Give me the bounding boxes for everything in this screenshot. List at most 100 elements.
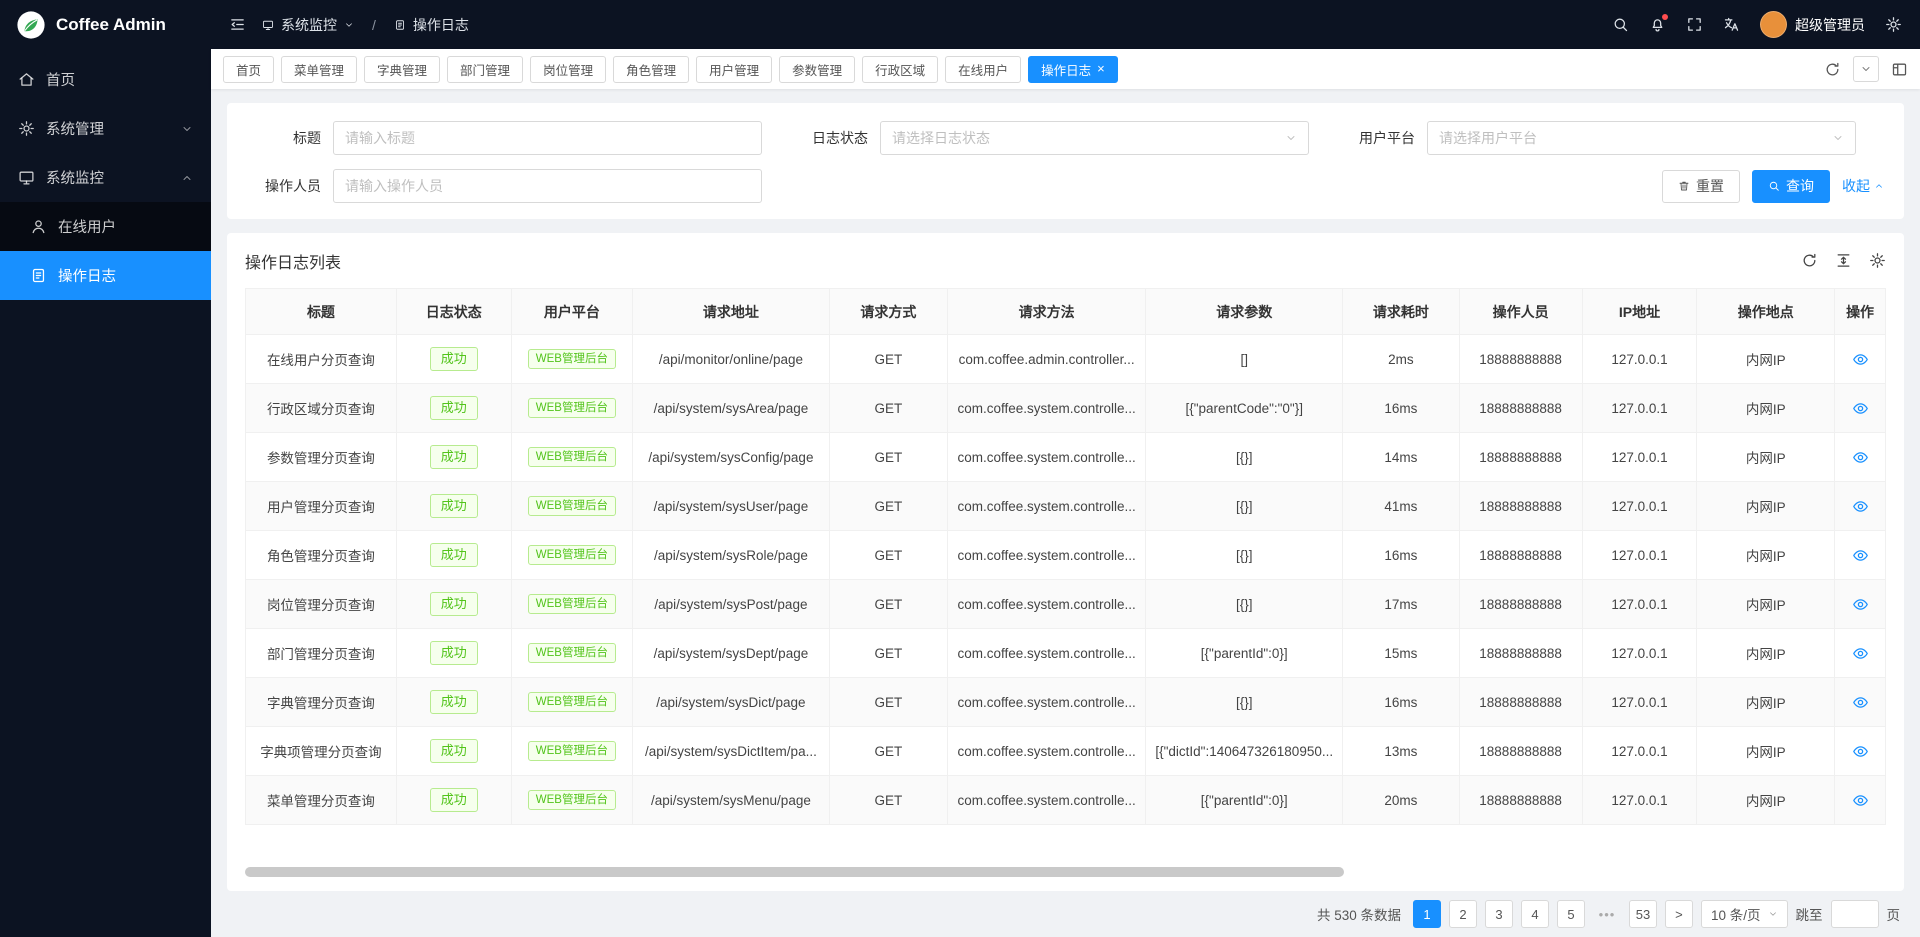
cell-ip: 127.0.0.1 <box>1582 678 1697 727</box>
page-button-53[interactable]: 53 <box>1629 900 1657 928</box>
search-submit-button[interactable]: 查询 <box>1752 170 1830 203</box>
tab-options-button[interactable] <box>1853 56 1879 82</box>
gear-icon <box>1869 252 1886 269</box>
tab-close-icon[interactable] <box>1097 62 1105 76</box>
view-detail-button[interactable] <box>1852 743 1869 760</box>
layout-button[interactable] <box>1891 61 1908 78</box>
page-size-select[interactable]: 10 条/页 <box>1701 900 1788 928</box>
page-size-value: 10 条/页 <box>1711 904 1761 924</box>
cell-status: 成功 <box>396 482 511 531</box>
tab-home[interactable]: 首页 <box>223 56 274 83</box>
page-button-4[interactable]: 4 <box>1521 900 1549 928</box>
status-tag: 成功 <box>430 347 478 372</box>
tab-label: 操作日志 <box>1041 60 1091 79</box>
view-detail-button[interactable] <box>1852 645 1869 662</box>
tab-user-mgmt[interactable]: 用户管理 <box>696 56 772 83</box>
tab-bar: 首页 菜单管理 字典管理 部门管理 岗位管理 角色管理 用户管理 参数管理 行政… <box>211 49 1920 89</box>
sidebar-item-online-users[interactable]: 在线用户 <box>0 202 211 251</box>
tab-dict-mgmt[interactable]: 字典管理 <box>364 56 440 83</box>
tab-admin-area[interactable]: 行政区域 <box>862 56 938 83</box>
cell-operator: 18888888888 <box>1459 335 1582 384</box>
tab-online-users[interactable]: 在线用户 <box>945 56 1021 83</box>
title-input[interactable] <box>333 121 762 155</box>
app-title: Coffee Admin <box>56 15 166 35</box>
table-density-button[interactable] <box>1835 252 1852 269</box>
coffee-leaf-logo-icon <box>16 10 46 40</box>
view-detail-button[interactable] <box>1852 596 1869 613</box>
page-button-2[interactable]: 2 <box>1449 900 1477 928</box>
cell-url: /api/system/sysDict/page <box>633 678 830 727</box>
tab-label: 岗位管理 <box>543 60 593 79</box>
sidebar-item-system-mgmt[interactable]: 系统管理 <box>0 104 211 153</box>
eye-icon <box>1852 400 1869 417</box>
tab-operation-log[interactable]: 操作日志 <box>1028 56 1118 83</box>
trash-icon <box>1678 180 1690 192</box>
view-detail-button[interactable] <box>1852 449 1869 466</box>
table-refresh-button[interactable] <box>1801 252 1818 269</box>
cell-location: 内网IP <box>1697 482 1835 531</box>
tab-dept-mgmt[interactable]: 部门管理 <box>447 56 523 83</box>
cell-location: 内网IP <box>1697 335 1835 384</box>
view-detail-button[interactable] <box>1852 547 1869 564</box>
cell-method: GET <box>829 678 947 727</box>
page-button-5[interactable]: 5 <box>1557 900 1585 928</box>
sidebar-item-home[interactable]: 首页 <box>0 55 211 104</box>
cell-params: [{"dictId":140647326180950... <box>1146 727 1343 776</box>
tab-label: 角色管理 <box>626 60 676 79</box>
sidebar-item-system-monitor[interactable]: 系统监控 <box>0 153 211 202</box>
tab-config-mgmt[interactable]: 参数管理 <box>779 56 855 83</box>
menu-fold-icon <box>229 16 246 33</box>
cell-operator: 18888888888 <box>1459 384 1582 433</box>
table-settings-button[interactable] <box>1869 252 1886 269</box>
view-detail-button[interactable] <box>1852 400 1869 417</box>
cell-duration: 17ms <box>1343 580 1459 629</box>
page-button-1[interactable]: 1 <box>1413 900 1441 928</box>
search-button[interactable] <box>1612 16 1629 33</box>
sidebar-item-operation-log[interactable]: 操作日志 <box>0 251 211 300</box>
sidebar-item-label: 操作日志 <box>58 265 116 286</box>
filter-actions: 重置 查询 收起 <box>1662 170 1886 203</box>
reset-button[interactable]: 重置 <box>1662 170 1740 203</box>
view-detail-button[interactable] <box>1852 351 1869 368</box>
view-detail-button[interactable] <box>1852 498 1869 515</box>
notifications-button[interactable] <box>1649 16 1666 33</box>
status-select[interactable]: 请选择日志状态 <box>880 121 1309 155</box>
cell-operator: 18888888888 <box>1459 629 1582 678</box>
more-pages-ellipsis[interactable]: ••• <box>1593 900 1621 928</box>
table-body: 在线用户分页查询 成功 WEB管理后台 /api/monitor/online/… <box>246 335 1886 825</box>
tab-post-mgmt[interactable]: 岗位管理 <box>530 56 606 83</box>
user-name: 超级管理员 <box>1795 15 1865 35</box>
platform-select[interactable]: 请选择用户平台 <box>1427 121 1856 155</box>
page-button-3[interactable]: 3 <box>1485 900 1513 928</box>
refresh-tab-button[interactable] <box>1824 61 1841 78</box>
collapse-filter-link[interactable]: 收起 <box>1842 176 1884 196</box>
cell-platform: WEB管理后台 <box>511 433 632 482</box>
view-detail-button[interactable] <box>1852 694 1869 711</box>
tab-role-mgmt[interactable]: 角色管理 <box>613 56 689 83</box>
user-menu[interactable]: 超级管理员 <box>1760 11 1865 38</box>
tab-menu-mgmt[interactable]: 菜单管理 <box>281 56 357 83</box>
language-button[interactable] <box>1723 16 1740 33</box>
cell-duration: 16ms <box>1343 678 1459 727</box>
app-logo[interactable]: Coffee Admin <box>0 0 211 49</box>
jump-to-page-input[interactable] <box>1831 900 1879 928</box>
cell-func: com.coffee.system.controlle... <box>947 531 1145 580</box>
reset-button-label: 重置 <box>1696 176 1724 196</box>
scrollbar-thumb[interactable] <box>245 867 1344 877</box>
table-row: 角色管理分页查询 成功 WEB管理后台 /api/system/sysRole/… <box>246 531 1886 580</box>
cell-url: /api/system/sysPost/page <box>633 580 830 629</box>
cell-title: 行政区域分页查询 <box>246 384 397 433</box>
horizontal-scrollbar[interactable] <box>245 867 1886 877</box>
fullscreen-button[interactable] <box>1686 16 1703 33</box>
table-row: 行政区域分页查询 成功 WEB管理后台 /api/system/sysArea/… <box>246 384 1886 433</box>
cell-params: [{}] <box>1146 580 1343 629</box>
sidebar-collapse-button[interactable] <box>229 16 246 33</box>
next-page-button[interactable]: > <box>1665 900 1693 928</box>
operator-input[interactable] <box>333 169 762 203</box>
cell-method: GET <box>829 776 947 825</box>
cell-params: [{"parentCode":"0"}] <box>1146 384 1343 433</box>
collapse-link-label: 收起 <box>1842 176 1870 196</box>
breadcrumb-section[interactable]: 系统监控 <box>262 15 354 35</box>
view-detail-button[interactable] <box>1852 792 1869 809</box>
settings-button[interactable] <box>1885 16 1902 33</box>
